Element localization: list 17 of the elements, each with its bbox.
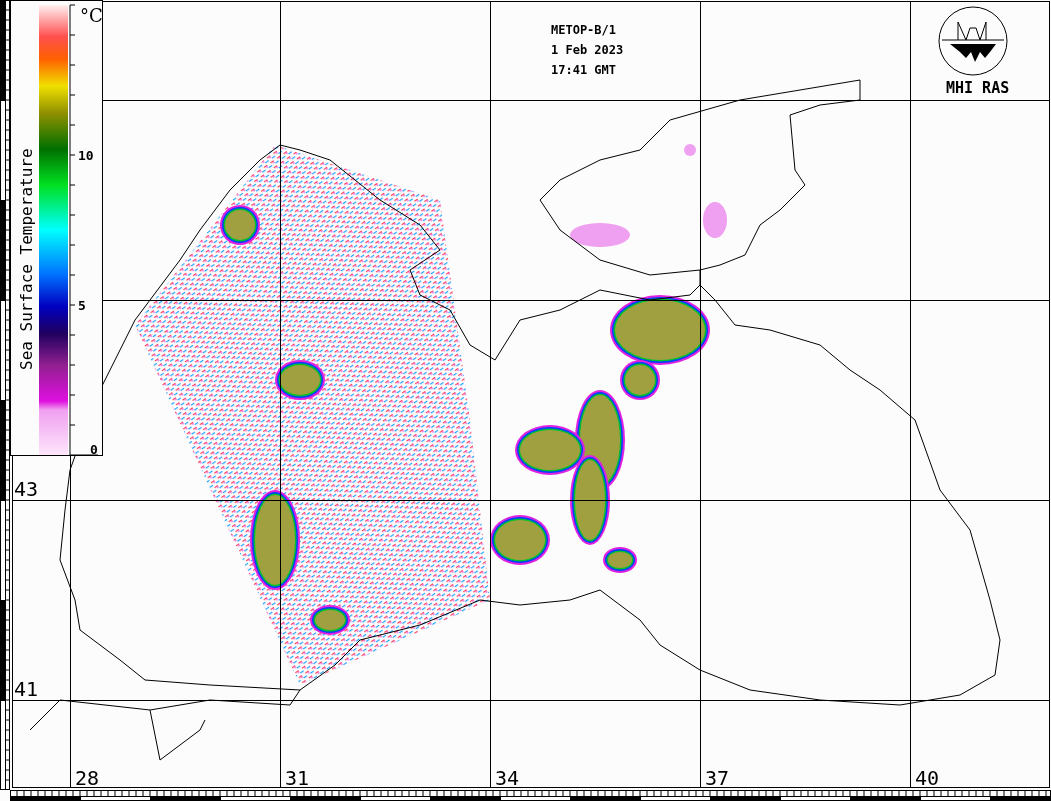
colorbar-tick-label: 5 xyxy=(78,298,86,313)
date-label: 1 Feb 2023 xyxy=(551,43,624,57)
longitude-label: 28 xyxy=(75,766,100,790)
time-label: 17:41 GMT xyxy=(551,63,617,77)
colorbar-tick-label: 0 xyxy=(90,442,98,457)
longitude-label: 40 xyxy=(915,766,940,790)
unit-label: °C xyxy=(80,5,103,26)
longitude-label: 37 xyxy=(705,766,730,790)
logo-icon xyxy=(938,6,1008,76)
latitude-label: 41 xyxy=(14,677,39,701)
satellite-label: METOP-B/1 xyxy=(551,23,617,37)
longitude-label: 31 xyxy=(285,766,310,790)
colorbar-tick-label: 10 xyxy=(78,148,94,163)
latitude-label: 43 xyxy=(14,477,39,501)
logo-label: MHI RAS xyxy=(946,79,1010,97)
colorbar-title: Sea Surface Temperature xyxy=(17,148,36,370)
longitude-label: 34 xyxy=(495,766,520,790)
